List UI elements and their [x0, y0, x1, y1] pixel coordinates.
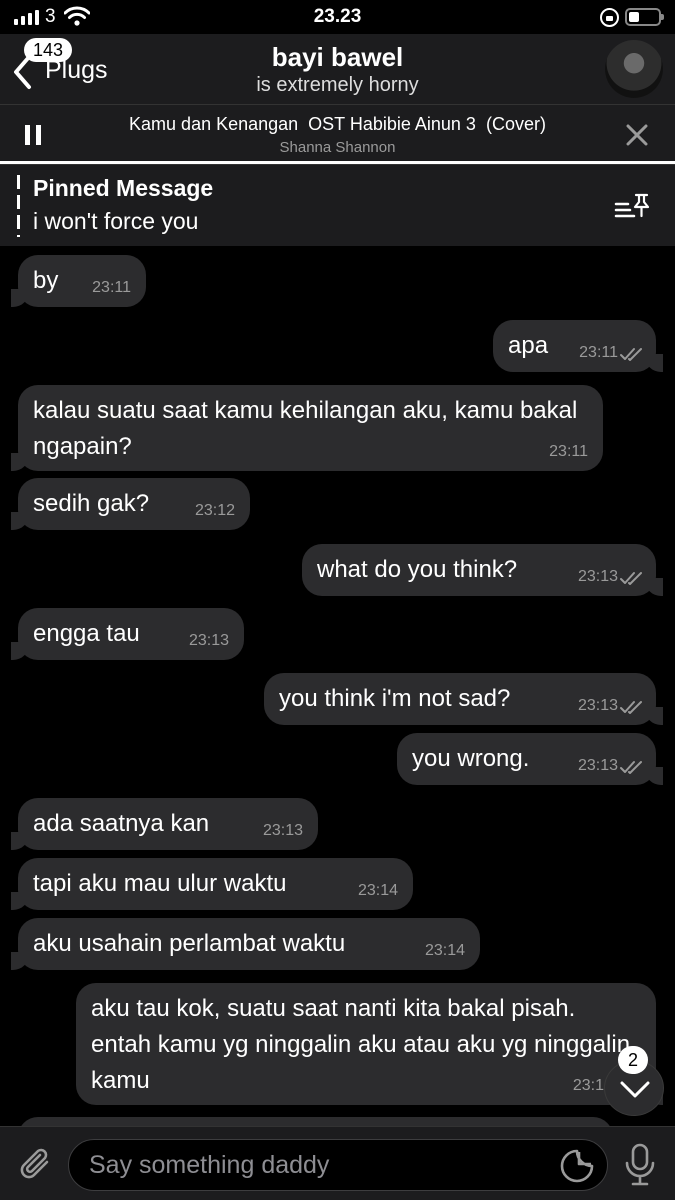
message-text: you think i'm not sad?: [279, 685, 511, 712]
chat-header: 143 Plugs bayi bawel is extremely horny: [0, 34, 675, 104]
message-bubble-outgoing[interactable]: apa 23:11: [493, 320, 663, 372]
status-bar: 3 23.23: [0, 0, 675, 34]
microphone-icon[interactable]: [622, 1143, 658, 1187]
track-title: Kamu dan Kenangan OST Habibie Ainun 3 (C…: [129, 114, 546, 134]
message-text: apa: [508, 332, 549, 359]
pinned-title: Pinned Message: [33, 175, 214, 201]
new-messages-badge: 2: [618, 1046, 648, 1074]
message-input-bar: [0, 1126, 675, 1200]
sticker-icon[interactable]: [559, 1148, 595, 1184]
message-time: 23:14: [357, 882, 398, 899]
read-checks-icon: [620, 761, 642, 774]
message-bubble-outgoing[interactable]: aku tau kok, suatu saat nanti kita bakal…: [76, 983, 663, 1105]
message-time: 23:11: [92, 279, 131, 296]
read-checks-icon: [620, 348, 642, 361]
read-checks-icon: [620, 701, 642, 714]
message-bubble-incoming[interactable]: engga tau 23:13: [11, 608, 244, 660]
message-time: 23:14: [424, 942, 465, 959]
message-time: 23:13: [577, 757, 618, 774]
unread-badge: 143: [24, 38, 73, 62]
message-bubble-incoming[interactable]: [18, 1117, 613, 1126]
pause-icon[interactable]: [25, 125, 41, 145]
message-time: 23:1: [572, 1077, 604, 1094]
message-time: 23:13: [262, 822, 303, 839]
message-bubble-incoming[interactable]: kalau suatu saat kamu kehilangan aku, ka…: [11, 385, 603, 471]
audio-player-bar[interactable]: Kamu dan Kenangan OST Habibie Ainun 3 (C…: [0, 104, 675, 164]
battery-icon: [625, 8, 664, 26]
pinned-list-icon[interactable]: [614, 192, 650, 220]
chat-status: is extremely horny: [256, 74, 419, 96]
message-bubble-outgoing[interactable]: you think i'm not sad? 23:13: [264, 673, 663, 725]
message-time: 23:11: [549, 443, 588, 460]
message-field[interactable]: [68, 1139, 608, 1191]
message-text: aku tau kok, suatu saat nanti kita bakal…: [91, 995, 631, 1094]
message-bubble-outgoing[interactable]: what do you think? 23:13: [302, 544, 663, 596]
message-time: 23:12: [194, 502, 235, 519]
message-list[interactable]: by 23:11 apa 23:11 kalau suatu saat kamu…: [0, 246, 675, 1126]
message-bubble-incoming[interactable]: tapi aku mau ulur waktu 23:14: [11, 858, 413, 910]
rotation-lock-icon: [600, 8, 619, 27]
pinned-message-bar[interactable]: Pinned Message i won't force you: [0, 164, 675, 246]
pinned-indicator: [17, 175, 20, 237]
message-bubble-incoming[interactable]: ada saatnya kan 23:13: [11, 798, 318, 850]
message-text: ada saatnya kan: [33, 810, 210, 837]
message-input[interactable]: [89, 1140, 529, 1190]
status-time: 23.23: [313, 6, 362, 27]
message-time: 23:11: [579, 344, 618, 361]
track-artist: Shanna Shannon: [279, 139, 396, 156]
message-text: aku usahain perlambat waktu: [33, 930, 346, 957]
avatar[interactable]: [605, 40, 663, 98]
message-time: 23:13: [577, 697, 618, 714]
message-time: 23:13: [577, 568, 618, 585]
message-bubble-incoming[interactable]: sedih gak? 23:12: [11, 478, 250, 530]
message-text: sedih gak?: [33, 490, 150, 517]
message-text: by: [33, 267, 59, 294]
chat-title[interactable]: bayi bawel: [0, 42, 675, 73]
close-icon[interactable]: [625, 123, 649, 147]
message-text: you wrong.: [412, 745, 530, 772]
message-bubble-outgoing[interactable]: you wrong. 23:13: [397, 733, 663, 785]
message-text: kalau suatu saat kamu kehilangan aku, ka…: [33, 397, 578, 460]
message-bubble-incoming[interactable]: aku usahain perlambat waktu 23:14: [11, 918, 480, 970]
paperclip-icon[interactable]: [16, 1145, 54, 1183]
message-bubble-incoming[interactable]: by 23:11: [11, 255, 146, 307]
pinned-text: i won't force you: [33, 208, 199, 234]
message-time: 23:13: [188, 632, 229, 649]
message-text: what do you think?: [317, 556, 518, 583]
message-text: tapi aku mau ulur waktu: [33, 870, 287, 897]
read-checks-icon: [620, 572, 642, 585]
message-text: engga tau: [33, 620, 140, 647]
